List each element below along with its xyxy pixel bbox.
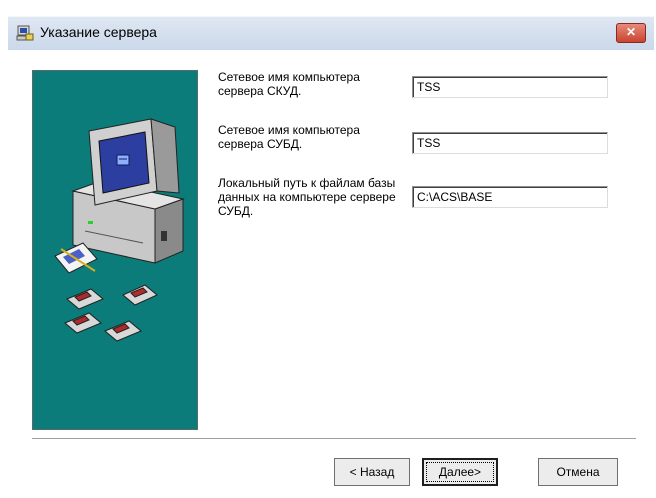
db-path-label: Локальный путь к файлам базы данных на к… [218, 176, 396, 218]
dialog-window: Указание сервера ✕ Сетевое имя компьютер… [0, 0, 656, 498]
next-button[interactable]: Далее> [422, 458, 498, 486]
server-skud-name-input[interactable] [412, 76, 608, 98]
back-button[interactable]: < Назад [334, 458, 410, 486]
server-subd-name-input[interactable] [412, 132, 608, 154]
close-icon: ✕ [625, 25, 637, 39]
server-subd-name-label: Сетевое имя компьютера сервера СУБД. [218, 123, 360, 151]
separator-line [32, 438, 636, 440]
computer-illustration [32, 70, 198, 430]
dialog-body: Сетевое имя компьютера сервера СКУД. Сет… [8, 50, 654, 498]
next-button-label: Далее> [426, 462, 494, 482]
db-path-input[interactable] [412, 186, 608, 208]
title-bar[interactable]: Указание сервера ✕ [8, 16, 654, 51]
computer-setup-icon [16, 25, 34, 43]
cancel-button[interactable]: Отмена [538, 458, 618, 486]
server-skud-name-label: Сетевое имя компьютера сервера СКУД. [218, 70, 360, 98]
close-button[interactable]: ✕ [616, 23, 646, 43]
window-title: Указание сервера [40, 24, 157, 40]
